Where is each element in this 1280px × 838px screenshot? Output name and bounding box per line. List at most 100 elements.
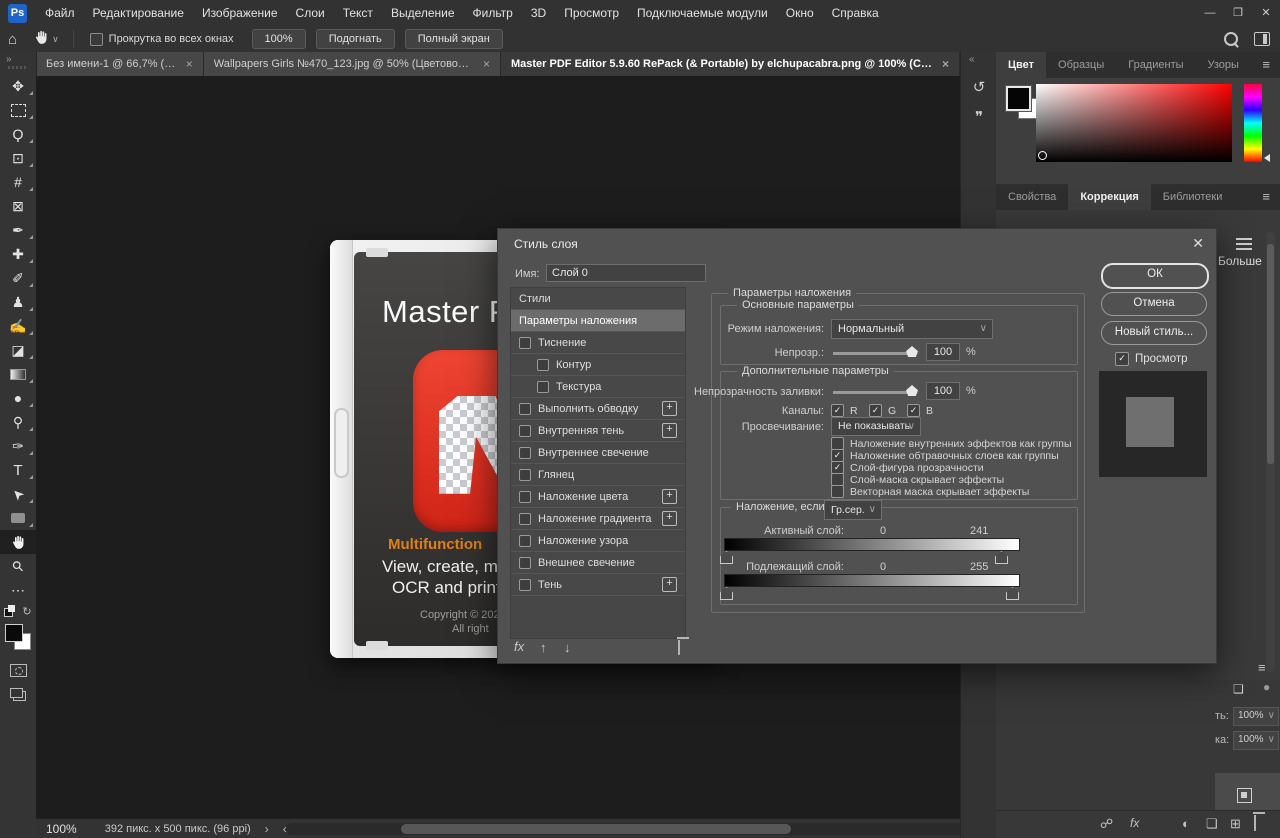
style-row-color-overlay[interactable]: Наложение цвета+ bbox=[511, 486, 685, 508]
hand-tool[interactable] bbox=[0, 530, 36, 554]
fill-opacity-value-box[interactable]: 100 bbox=[926, 382, 960, 400]
eraser-tool[interactable]: ◪ bbox=[0, 338, 36, 362]
menu-select[interactable]: Выделение bbox=[382, 0, 464, 26]
close-icon[interactable]: ✕ bbox=[1252, 0, 1280, 26]
tab-swatches[interactable]: Образцы bbox=[1046, 52, 1116, 78]
blur-tool[interactable]: ● bbox=[0, 386, 36, 410]
style-row-blending-options[interactable]: Параметры наложения bbox=[511, 310, 685, 332]
row-checkbox[interactable] bbox=[519, 535, 531, 547]
row-checkbox[interactable] bbox=[519, 403, 531, 415]
preview-checkbox[interactable]: ✓ Просмотр bbox=[1115, 352, 1188, 366]
path-select-tool[interactable]: ➤ bbox=[0, 482, 36, 506]
style-row-contour[interactable]: Контур bbox=[511, 354, 685, 376]
menu-image[interactable]: Изображение bbox=[193, 0, 287, 26]
fullscreen-button[interactable]: Полный экран bbox=[405, 29, 503, 49]
swap-colors[interactable]: ↻ bbox=[0, 602, 36, 620]
lock-knob-icon[interactable]: ● bbox=[1263, 680, 1270, 694]
add-instance-icon[interactable]: + bbox=[662, 401, 677, 416]
doc-tab-2-close-icon[interactable]: × bbox=[483, 57, 490, 71]
hue-strip[interactable] bbox=[1244, 84, 1262, 162]
new-group-icon[interactable]: ❏ bbox=[1206, 816, 1218, 832]
foreground-color-swatch[interactable] bbox=[5, 624, 23, 642]
layers-fill-value[interactable]: 100% ∨ bbox=[1233, 731, 1279, 750]
quick-mask-toggle[interactable] bbox=[0, 658, 36, 682]
move-up-icon[interactable]: ↑ bbox=[540, 640, 547, 655]
foreground-color-swatch[interactable] bbox=[1006, 86, 1031, 111]
delete-layer-icon[interactable] bbox=[1254, 815, 1256, 830]
knockout-dropdown[interactable]: Не показывать ∨ bbox=[831, 417, 921, 436]
row-checkbox[interactable] bbox=[519, 337, 531, 349]
layer-fx-icon[interactable]: fx bbox=[1130, 816, 1139, 830]
add-instance-icon[interactable]: + bbox=[662, 511, 677, 526]
healing-brush-tool[interactable]: ✚ bbox=[0, 242, 36, 266]
cancel-button[interactable]: Отмена bbox=[1101, 292, 1207, 316]
menu-window[interactable]: Окно bbox=[777, 0, 823, 26]
row-checkbox[interactable] bbox=[519, 469, 531, 481]
fx-icon[interactable]: fx bbox=[514, 639, 524, 654]
frame-tool[interactable]: ⊠ bbox=[0, 194, 36, 218]
fit-screen-button[interactable]: Подогнать bbox=[316, 29, 395, 49]
doc-tab-2[interactable]: Wallpapers Girls №470_123.jpg @ 50% (Цве… bbox=[204, 52, 501, 76]
tools-panel-header[interactable]: » bbox=[0, 52, 36, 74]
object-selection-tool[interactable]: ⊡ bbox=[0, 146, 36, 170]
fill-opacity-slider[interactable] bbox=[833, 391, 919, 394]
menu-type[interactable]: Текст bbox=[334, 0, 382, 26]
status-zoom-level[interactable]: 100% bbox=[46, 822, 77, 836]
tab-color[interactable]: Цвет bbox=[996, 52, 1046, 78]
foreground-background-swatches[interactable] bbox=[5, 624, 31, 650]
layers-panel-menu-icon[interactable]: ≡ bbox=[1258, 660, 1266, 675]
vector-mask-hides-checkbox[interactable]: Векторная маска скрывает эффекты bbox=[831, 485, 1029, 498]
menu-file[interactable]: Файл bbox=[36, 0, 84, 26]
home-icon[interactable]: ⌂ bbox=[0, 31, 25, 48]
menu-help[interactable]: Справка bbox=[823, 0, 888, 26]
row-checkbox[interactable] bbox=[519, 579, 531, 591]
opacity-slider[interactable] bbox=[833, 352, 919, 355]
history-brush-tool[interactable]: ✍ bbox=[0, 314, 36, 338]
history-panel-icon[interactable]: ↺ bbox=[961, 72, 997, 102]
this-layer-gradient-bar[interactable] bbox=[724, 538, 1020, 551]
screen-mode-toggle[interactable] bbox=[0, 682, 36, 706]
list-view-icon[interactable] bbox=[1236, 238, 1252, 250]
adjustments-more-label[interactable]: Больше bbox=[1218, 254, 1262, 268]
row-checkbox[interactable] bbox=[519, 425, 531, 437]
ok-button[interactable]: ОК bbox=[1101, 263, 1209, 289]
horizontal-scrollbar-thumb[interactable] bbox=[401, 824, 791, 834]
pen-tool[interactable]: ✑ bbox=[0, 434, 36, 458]
doc-tab-1-close-icon[interactable]: × bbox=[186, 57, 193, 71]
crop-tool[interactable]: # bbox=[0, 170, 36, 194]
underlying-layer-gradient-bar[interactable] bbox=[724, 574, 1020, 587]
dock-header[interactable]: « bbox=[961, 52, 997, 72]
opacity-value-box[interactable]: 100 bbox=[926, 343, 960, 361]
zoom-100-button[interactable]: 100% bbox=[252, 29, 306, 49]
menu-layers[interactable]: Слои bbox=[287, 0, 334, 26]
doc-tab-1[interactable]: Без имени-1 @ 66,7% (RGB... × bbox=[36, 52, 204, 76]
layers-opacity-value[interactable]: 100% ∨ bbox=[1233, 707, 1279, 726]
style-row-satin[interactable]: Глянец bbox=[511, 464, 685, 486]
style-row-pattern-overlay[interactable]: Наложение узора bbox=[511, 530, 685, 552]
dodge-tool[interactable]: ⚲ bbox=[0, 410, 36, 434]
channel-r-checkbox[interactable]: ✓R bbox=[831, 404, 858, 417]
delete-style-icon[interactable] bbox=[678, 640, 680, 654]
move-down-icon[interactable]: ↓ bbox=[564, 640, 571, 655]
menu-view[interactable]: Просмотр bbox=[555, 0, 628, 26]
lock-icon[interactable]: ❑ bbox=[1233, 682, 1244, 696]
eyedropper-tool[interactable]: ✒ bbox=[0, 218, 36, 242]
menu-plugins[interactable]: Подключаемые модули bbox=[628, 0, 777, 26]
scroll-all-windows-checkbox[interactable] bbox=[90, 33, 103, 46]
layer-name-input[interactable] bbox=[546, 264, 706, 282]
hue-slider-arrow-icon[interactable] bbox=[1264, 154, 1270, 162]
style-row-outer-glow[interactable]: Внешнее свечение bbox=[511, 552, 685, 574]
row-checkbox[interactable] bbox=[519, 513, 531, 525]
dialog-close-icon[interactable]: ✕ bbox=[1192, 235, 1204, 252]
style-row-inner-shadow[interactable]: Внутренняя тень+ bbox=[511, 420, 685, 442]
tab-libraries[interactable]: Библиотеки bbox=[1151, 184, 1235, 210]
menu-filter[interactable]: Фильтр bbox=[464, 0, 522, 26]
style-row-drop-shadow[interactable]: Тень+ bbox=[511, 574, 685, 596]
type-tool[interactable]: T bbox=[0, 458, 36, 482]
add-instance-icon[interactable]: + bbox=[662, 423, 677, 438]
new-style-button[interactable]: Новый стиль... bbox=[1101, 321, 1207, 345]
channel-b-checkbox[interactable]: ✓B bbox=[907, 404, 933, 417]
marquee-tool[interactable] bbox=[0, 98, 36, 122]
color-field[interactable] bbox=[1036, 84, 1232, 162]
horizontal-scrollbar[interactable] bbox=[286, 823, 976, 835]
